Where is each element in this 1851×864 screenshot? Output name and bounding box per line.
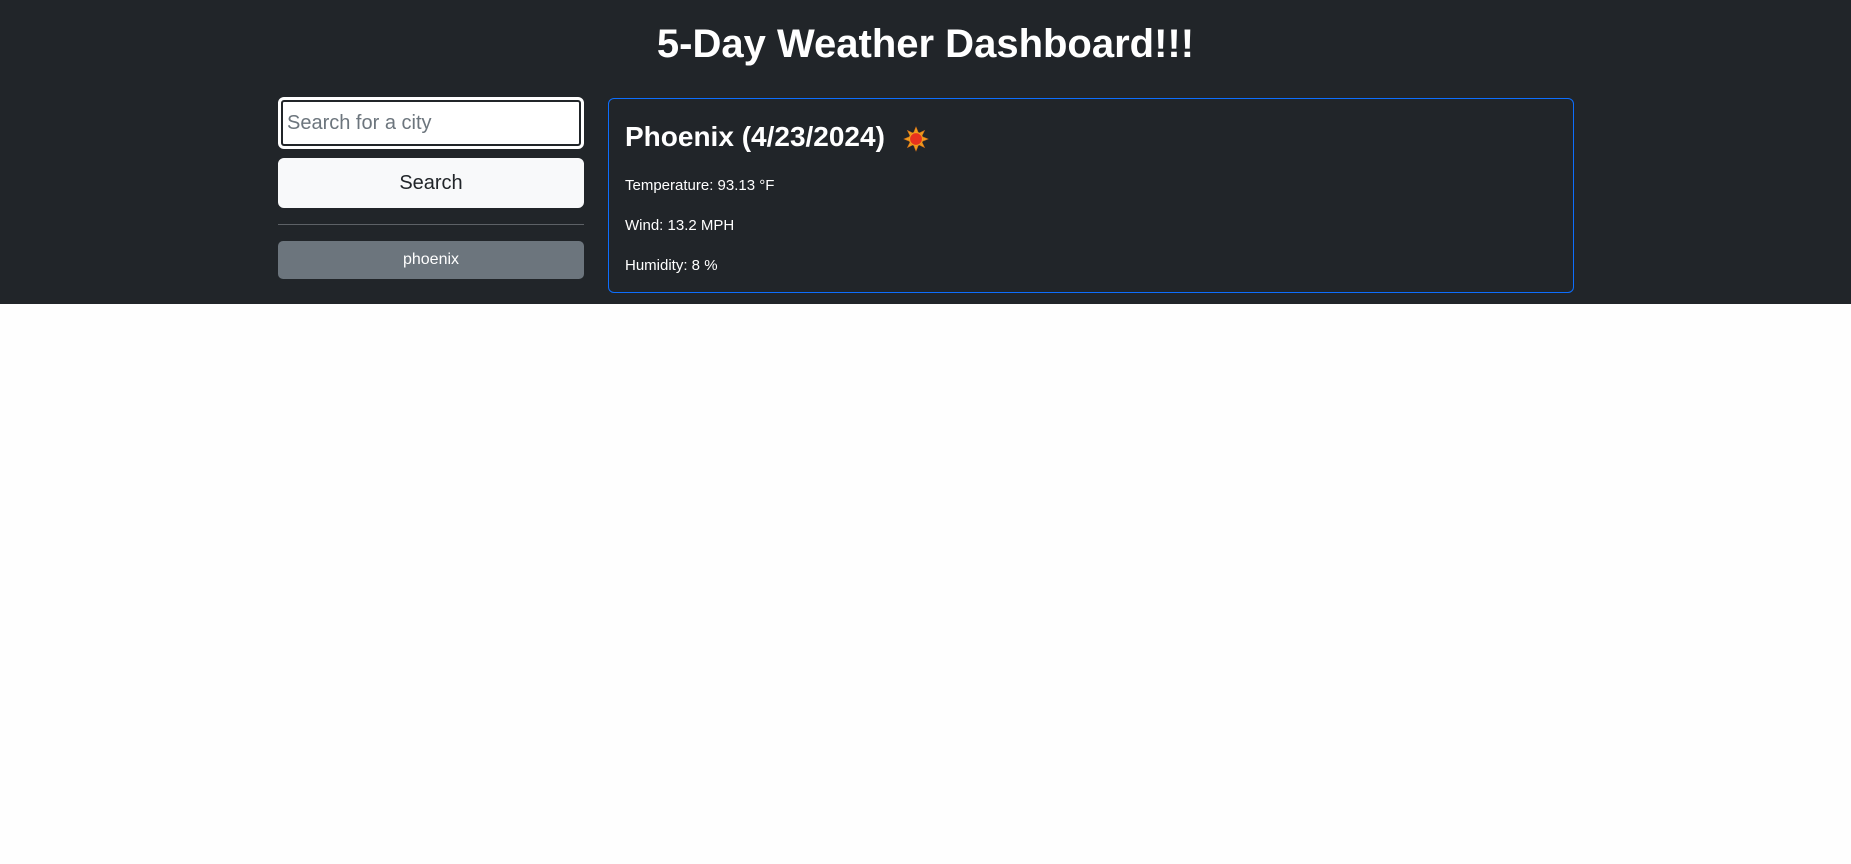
page-title: 5-Day Weather Dashboard!!! bbox=[656, 22, 1195, 66]
humidity-text: Humidity: 8 % bbox=[625, 257, 718, 274]
search-button[interactable]: Search bbox=[278, 158, 584, 208]
search-input[interactable] bbox=[278, 97, 584, 149]
wind-text: Wind: 13.2 MPH bbox=[625, 217, 735, 234]
history-button-phoenix[interactable]: phoenix bbox=[278, 241, 584, 279]
divider bbox=[278, 224, 584, 225]
city-date-heading: Phoenix (4/23/2024) bbox=[625, 119, 929, 155]
temperature-text: Temperature: 93.13 °F bbox=[625, 177, 775, 194]
city-date-text: Phoenix (4/23/2024) bbox=[625, 121, 885, 152]
sun-icon bbox=[902, 125, 929, 152]
current-weather-card: Phoenix (4/23/2024) Temperature: 93.13 °… bbox=[608, 98, 1574, 293]
